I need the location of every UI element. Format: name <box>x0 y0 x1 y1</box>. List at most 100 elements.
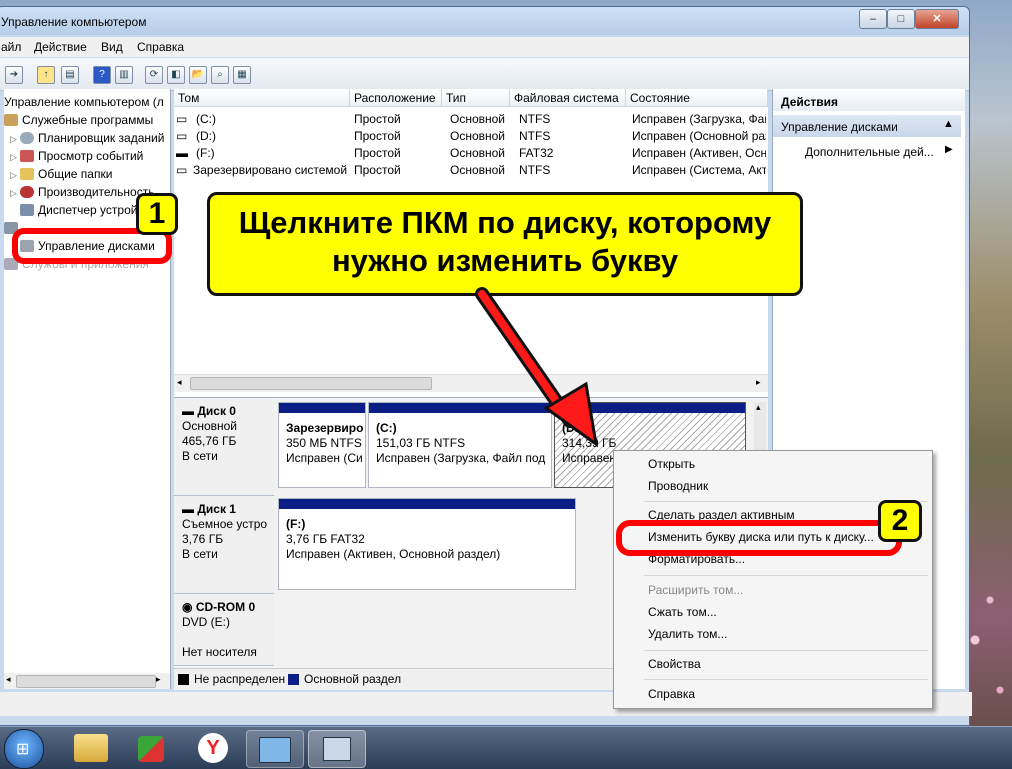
connect-icon[interactable]: ◧ <box>167 66 185 84</box>
event-viewer-icon <box>20 150 34 162</box>
context-menu: Открыть Проводник Сделать раздел активны… <box>613 450 933 709</box>
menu-item-help[interactable]: Справка <box>648 687 695 701</box>
forward-arrow-icon[interactable]: ➔ <box>5 66 23 84</box>
menu-action[interactable]: Действие <box>34 40 87 54</box>
scroll-thumb[interactable] <box>16 675 156 688</box>
drive-icon: ▭ <box>176 163 188 177</box>
tree-item-shared-folders[interactable]: ▷ Общие папки <box>10 165 112 183</box>
menu-item-shrink-volume[interactable]: Сжать том... <box>648 605 717 619</box>
taskbar: ⊞ Y <box>0 726 1012 769</box>
partition-size: 3,76 ГБ FAT32 <box>286 532 365 546</box>
actions-title: Действия <box>781 95 839 109</box>
refresh-icon[interactable]: ⟳ <box>145 66 163 84</box>
cdrom-0-heading: ◉ CD-ROM 0 <box>182 600 274 615</box>
disk-1-size: 3,76 ГБ <box>182 532 224 546</box>
disk-0-type: Основной <box>182 419 238 433</box>
menu-item-properties[interactable]: Свойства <box>648 657 701 671</box>
scroll-thumb[interactable] <box>190 377 432 390</box>
tree-horizontal-scrollbar[interactable]: ◂ ▸ <box>4 673 170 689</box>
scroll-right-icon[interactable]: ▸ <box>756 377 761 388</box>
partition-f[interactable]: (F:) 3,76 ГБ FAT32 Исправен (Активен, Ос… <box>278 498 576 590</box>
menu-item-extend-volume: Расширить том... <box>648 583 744 597</box>
column-header-volume[interactable]: Том <box>174 89 350 107</box>
volume-type: Основной <box>450 146 506 160</box>
actions-more[interactable]: Дополнительные дей... ▶ <box>773 141 961 161</box>
start-button[interactable]: ⊞ <box>4 729 44 769</box>
disk-1-name: Диск 1 <box>197 502 236 516</box>
volume-layout: Простой <box>354 112 401 126</box>
expand-arrow-icon[interactable]: ▷ <box>10 184 20 202</box>
scroll-right-icon[interactable]: ▸ <box>156 674 161 685</box>
expand-arrow-icon[interactable]: ▷ <box>10 148 20 166</box>
disk-0-info[interactable]: ▬ Диск 0 Основной 465,76 ГБ В сети <box>174 398 274 496</box>
tree-item-label: Просмотр событий <box>38 149 144 163</box>
open-folder-icon[interactable]: 📂 <box>189 66 207 84</box>
cdrom-0-status: Нет носителя <box>182 645 257 659</box>
partition-state: Исправен (Активен, Основной раздел) <box>286 547 501 561</box>
table-row[interactable]: ▭ Зарезервировано системой Простой Основ… <box>174 162 768 179</box>
taskbar-yandex-browser[interactable]: Y <box>186 730 242 766</box>
table-row[interactable]: ▭ (D:) Простой Основной NTFS Исправен (О… <box>174 128 768 145</box>
table-row[interactable]: ▭ (C:) Простой Основной NTFS Исправен (З… <box>174 111 768 128</box>
scroll-left-icon[interactable]: ◂ <box>177 377 182 388</box>
tree-item-performance[interactable]: ▷ Производительность <box>10 183 154 201</box>
volume-name: (C:) <box>196 112 216 126</box>
expand-arrow-icon[interactable]: ▷ <box>10 166 20 184</box>
minimize-button[interactable]: – <box>859 9 887 29</box>
properties-icon[interactable]: ▦ <box>233 66 251 84</box>
disk-0-heading: ▬ Диск 0 <box>182 404 274 419</box>
toolbar: ➔ ↑ ▤ ? ▥ ⟳ ◧ 📂 ⌕ ▦ <box>0 58 969 91</box>
menu-help[interactable]: Справка <box>137 40 184 54</box>
menu-view[interactable]: Вид <box>101 40 123 54</box>
windows-logo-icon: ⊞ <box>16 741 30 758</box>
volume-layout: Простой <box>354 163 401 177</box>
cdrom-0-type: DVD (E:) <box>182 615 230 629</box>
volume-filesystem: NTFS <box>519 112 551 126</box>
menu-file[interactable]: айл <box>1 40 21 54</box>
show-hide-tree-icon[interactable]: ▤ <box>61 66 79 84</box>
close-button[interactable]: ✕ <box>915 9 959 29</box>
action-pane-icon[interactable]: ▥ <box>115 66 133 84</box>
unallocated-swatch <box>178 674 189 685</box>
table-row[interactable]: ▬ (F:) Простой Основной FAT32 Исправен (… <box>174 145 768 162</box>
step-2-badge: 2 <box>878 500 922 542</box>
taskbar-explorer[interactable] <box>64 730 120 766</box>
scroll-up-icon[interactable]: ▴ <box>756 402 761 413</box>
cdrom-icon: ◉ <box>182 600 196 614</box>
search-icon[interactable]: ⌕ <box>211 66 229 84</box>
tree-item-task-scheduler[interactable]: ▷ Планировщик заданий <box>10 129 164 147</box>
taskbar-computer-management[interactable] <box>308 730 366 768</box>
column-header-status[interactable]: Состояние <box>626 89 768 107</box>
column-header-type[interactable]: Тип <box>442 89 510 107</box>
maximize-button[interactable]: □ <box>887 9 915 29</box>
actions-header: Действия <box>773 91 965 111</box>
clock-icon <box>20 132 34 144</box>
partition-state: Исправен (Си <box>286 451 363 465</box>
tree-item-system-tools[interactable]: Служебные программы <box>4 111 153 129</box>
expand-arrow-icon[interactable]: ▷ <box>10 130 20 148</box>
partition-reserved[interactable]: Зарезервиро 350 МБ NTFS Исправен (Си <box>278 402 366 488</box>
menu-item-explorer[interactable]: Проводник <box>648 479 708 493</box>
actions-section-disk-management[interactable]: Управление дисками ▲ <box>773 115 961 137</box>
tree-item-event-viewer[interactable]: ▷ Просмотр событий <box>10 147 143 165</box>
volume-layout: Простой <box>354 146 401 160</box>
help-icon[interactable]: ? <box>93 66 111 84</box>
app-icon <box>138 736 164 762</box>
collapse-up-icon[interactable]: ▲ <box>943 118 954 130</box>
column-header-filesystem[interactable]: Файловая система <box>510 89 626 107</box>
menu-item-delete-volume[interactable]: Удалить том... <box>648 627 727 641</box>
volume-filesystem: NTFS <box>519 129 551 143</box>
column-header-layout[interactable]: Расположение <box>350 89 442 107</box>
taskbar-control-panel[interactable] <box>246 730 304 768</box>
volume-name: Зарезервировано системой <box>193 163 348 177</box>
up-folder-icon[interactable]: ↑ <box>37 66 55 84</box>
title-bar[interactable]: Управление компьютером – □ ✕ <box>0 7 969 35</box>
menu-item-open[interactable]: Открыть <box>648 457 695 471</box>
disk-1-info[interactable]: ▬ Диск 1 Съемное устро 3,76 ГБ В сети <box>174 496 274 594</box>
taskbar-app-2[interactable] <box>124 730 180 766</box>
cdrom-0-info[interactable]: ◉ CD-ROM 0 DVD (E:) Нет носителя <box>174 594 274 666</box>
window-title: Управление компьютером <box>1 15 147 29</box>
disk-0-status: В сети <box>182 449 218 463</box>
scroll-left-icon[interactable]: ◂ <box>6 674 11 685</box>
tree-root[interactable]: Управление компьютером (л <box>4 93 164 111</box>
